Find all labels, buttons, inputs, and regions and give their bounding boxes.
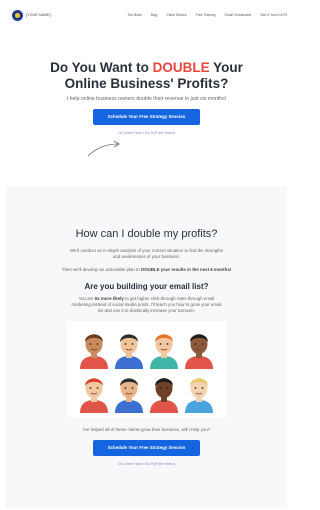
section-para-analysis: We'll conduct an in-depth analysis of yo… [69,248,224,260]
face-6-avatar [112,369,147,414]
face-2-avatar [112,325,147,370]
hero-video-link[interactable]: Or Learn How I Do It (Free Video) [0,131,293,135]
clients-illustration [66,321,227,418]
page: [YOUR NAME] The Book Blog Client Stories… [0,0,293,510]
face-1-avatar [77,325,112,370]
hero-subtitle: I help online business owners double the… [66,96,227,102]
logo-icon [12,9,23,21]
para-email-bold: 6x more likely [94,295,124,301]
hero-title: Do You Want to DOUBLE Your Online Busine… [0,60,293,92]
nav-link-blog[interactable]: Blog [151,13,158,17]
logo[interactable]: [YOUR NAME] [12,9,51,21]
para-plan-bold: DOUBLE your results in the next 6 months… [140,267,232,273]
section-para-plan: Then we'll develop an actionable plan to… [6,267,287,273]
site-header: [YOUR NAME] The Book Blog Client Stories… [12,8,287,22]
main-nav: The Book Blog Client Stories Free Traini… [127,13,287,17]
how-section: How can I double my profits? We'll condu… [6,186,287,508]
hero-title-line2: Online Business' Profits? [64,76,229,91]
clients-text: I've helped all of these clients grow th… [82,427,211,433]
face-4-avatar [182,325,217,370]
para-email-pre: You are [78,295,95,301]
hero-cta-button[interactable]: Schedule Your Free Strategy Session [93,109,200,125]
section-video-link[interactable]: Or Learn How I Do It (Free Video) [6,462,287,466]
logo-text: [YOUR NAME] [26,13,51,17]
hero-section: Do You Want to DOUBLE Your Online Busine… [0,60,293,135]
face-3-avatar [147,325,182,370]
nav-link-the-book[interactable]: The Book [127,13,142,17]
email-list-heading: Are you building your email list? [84,281,209,291]
section-heading: How can I double my profits? [75,228,218,240]
hero-title-part2: Your [209,60,243,75]
nav-link-see-if-fit[interactable]: See If You're A Fit [260,13,287,17]
section-cta-button[interactable]: Schedule Your Free Strategy Session [93,440,200,457]
curved-arrow-icon [87,140,120,157]
face-7-avatar [147,369,182,414]
hero-title-accent: DOUBLE [152,60,210,75]
section-para-email: You are 6x more likely to get higher cli… [6,296,287,315]
hero-title-part1: Do You Want to [50,60,153,75]
nav-link-free-training[interactable]: Free Training [196,13,216,17]
para-plan-text: Then we'll develop an actionable plan to [61,267,141,273]
face-8-avatar [182,369,217,414]
nav-link-email-cheatsheet[interactable]: Email Cheatsheet [225,13,252,17]
face-5-avatar [77,369,112,414]
nav-link-client-stories[interactable]: Client Stories [166,13,186,17]
